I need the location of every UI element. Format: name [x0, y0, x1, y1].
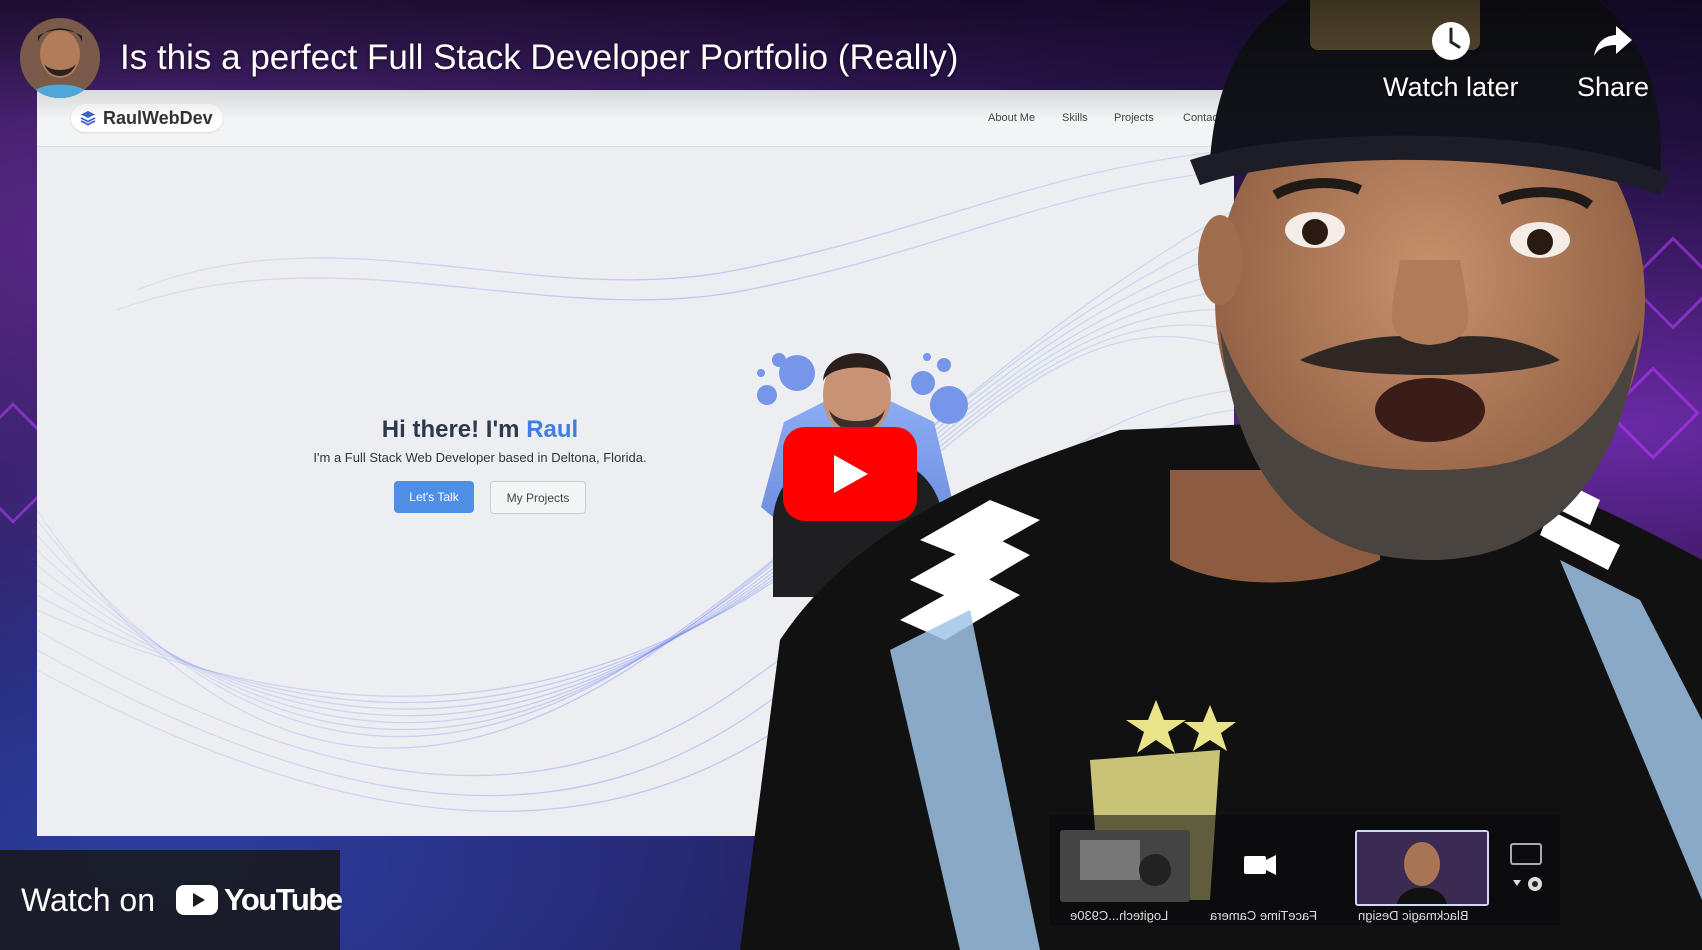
youtube-logo: YouTube [176, 882, 343, 918]
hero-title-name: Raul [526, 416, 579, 443]
hero-title-prefix: Hi there! I'm [381, 416, 527, 443]
camera-picker: Logitech...C930e FaceTime Camera Blackma… [1050, 815, 1560, 925]
watch-later-label: Watch later [1383, 72, 1519, 102]
camera-thumbnail-logitech[interactable] [1060, 830, 1190, 902]
youtube-play-icon [176, 885, 218, 915]
camera-thumbnail-blackmagic[interactable] [1355, 830, 1489, 906]
video-camera-icon [1244, 855, 1276, 875]
camera-label-facetime: FaceTime Camera [1210, 908, 1318, 923]
watch-later-button[interactable]: Watch later [1383, 20, 1519, 103]
video-title[interactable]: Is this a perfect Full Stack Developer P… [120, 38, 958, 78]
camera-preview [1060, 830, 1190, 902]
camera-label-logitech: Logitech...C930e [1070, 908, 1169, 923]
play-button[interactable] [783, 427, 917, 521]
camera-preview [1357, 832, 1487, 904]
clock-icon [1431, 22, 1470, 60]
channel-avatar[interactable] [20, 18, 100, 98]
video-player[interactable]: RaulWebDev About Me Skills Projects Cont… [0, 0, 1702, 950]
watch-on-youtube-button[interactable]: Watch on YouTube [0, 850, 343, 950]
camera-thumbnail-facetime[interactable] [1230, 830, 1290, 902]
play-icon [834, 455, 868, 493]
youtube-logo-text: YouTube [224, 882, 343, 917]
avatar-image [20, 18, 100, 98]
share-button[interactable]: Share [1577, 20, 1649, 103]
camera-label-blackmagic: Blackmagic Design [1358, 908, 1469, 923]
share-arrow-icon [1594, 26, 1633, 56]
my-projects-button[interactable]: My Projects [490, 481, 586, 514]
watch-on-label: Watch on [21, 881, 155, 918]
share-label: Share [1577, 72, 1650, 102]
settings-gear-icon[interactable] [1505, 840, 1549, 900]
lets-talk-button[interactable]: Let's Talk [394, 481, 474, 513]
